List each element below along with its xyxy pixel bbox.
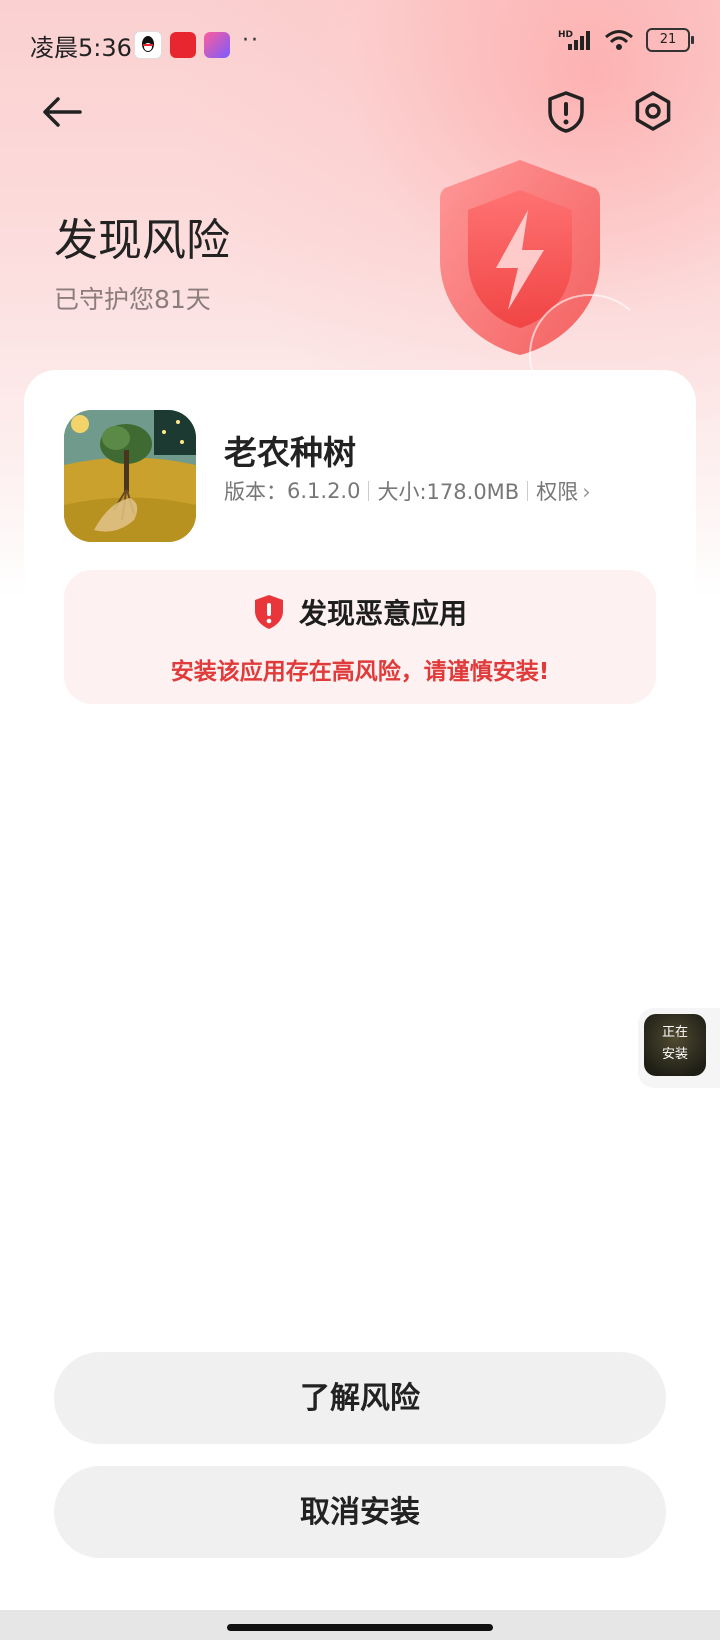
status-time: 凌晨5:36 — [30, 34, 132, 62]
shield-alert-icon — [548, 91, 584, 133]
chevron-right-icon: › — [582, 480, 591, 504]
warning-title-row: 发现恶意应用 — [64, 592, 656, 632]
app-meta-row: 版本： 6.1.2.0 大小:178.0MB 权限 › — [224, 476, 591, 506]
installing-badge: 正在 安装 — [644, 1014, 706, 1076]
warning-title: 发现恶意应用 — [298, 597, 467, 630]
version-value: 6.1.2.0 — [287, 479, 361, 503]
settings-button[interactable] — [632, 90, 680, 138]
protection-days: 已守护您81天 — [54, 285, 211, 314]
home-indicator[interactable] — [227, 1624, 493, 1631]
gear-icon — [635, 91, 671, 131]
meta-divider — [368, 481, 370, 501]
meta-divider — [527, 481, 529, 501]
page-title: 发现风险 — [54, 215, 230, 266]
arrow-left-icon — [43, 97, 82, 127]
warning-description: 安装该应用存在高风险，请谨慎安装! — [170, 659, 550, 685]
permissions-link[interactable]: 权限 › — [536, 476, 590, 506]
shield-exclamation-icon — [254, 595, 283, 629]
danger-shield-illustration — [410, 150, 651, 416]
version-label: 版本： — [224, 480, 287, 504]
malware-warning-box: 发现恶意应用 安装该应用存在高风险，请谨慎安装! — [64, 570, 656, 704]
app-info-card: 老农种树 版本： 6.1.2.0 大小:178.0MB 权限 › 发现恶意应用 安… — [24, 370, 696, 770]
permissions-label: 权限 — [536, 480, 579, 504]
pink-app-icon — [204, 32, 230, 58]
app-icon — [64, 410, 196, 542]
signal-icon: HD — [558, 30, 590, 50]
status-notification-icons — [134, 31, 230, 59]
svg-text:HD: HD — [558, 30, 573, 40]
qq-icon — [134, 31, 162, 59]
app-name: 老农种树 — [224, 433, 356, 472]
status-system-icons: HD 21 — [558, 28, 694, 52]
battery-icon: 21 — [646, 28, 694, 52]
more-notifications-dots: ·· — [242, 28, 260, 53]
cancel-install-button[interactable]: 取消安装 — [54, 1466, 666, 1558]
installing-text-line1: 正在 — [661, 1025, 688, 1040]
security-report-button[interactable] — [546, 90, 594, 138]
red-app-icon — [170, 32, 196, 58]
status-bar: 凌晨5:36 ·· HD 21 — [0, 0, 720, 90]
wifi-icon — [605, 30, 633, 50]
back-button[interactable] — [38, 88, 86, 136]
installing-text-line2: 安装 — [661, 1047, 688, 1062]
app-size: 大小:178.0MB — [377, 480, 520, 504]
installing-floating-widget[interactable]: 正在 安装 — [638, 1008, 720, 1088]
understand-risk-button[interactable]: 了解风险 — [54, 1352, 666, 1444]
